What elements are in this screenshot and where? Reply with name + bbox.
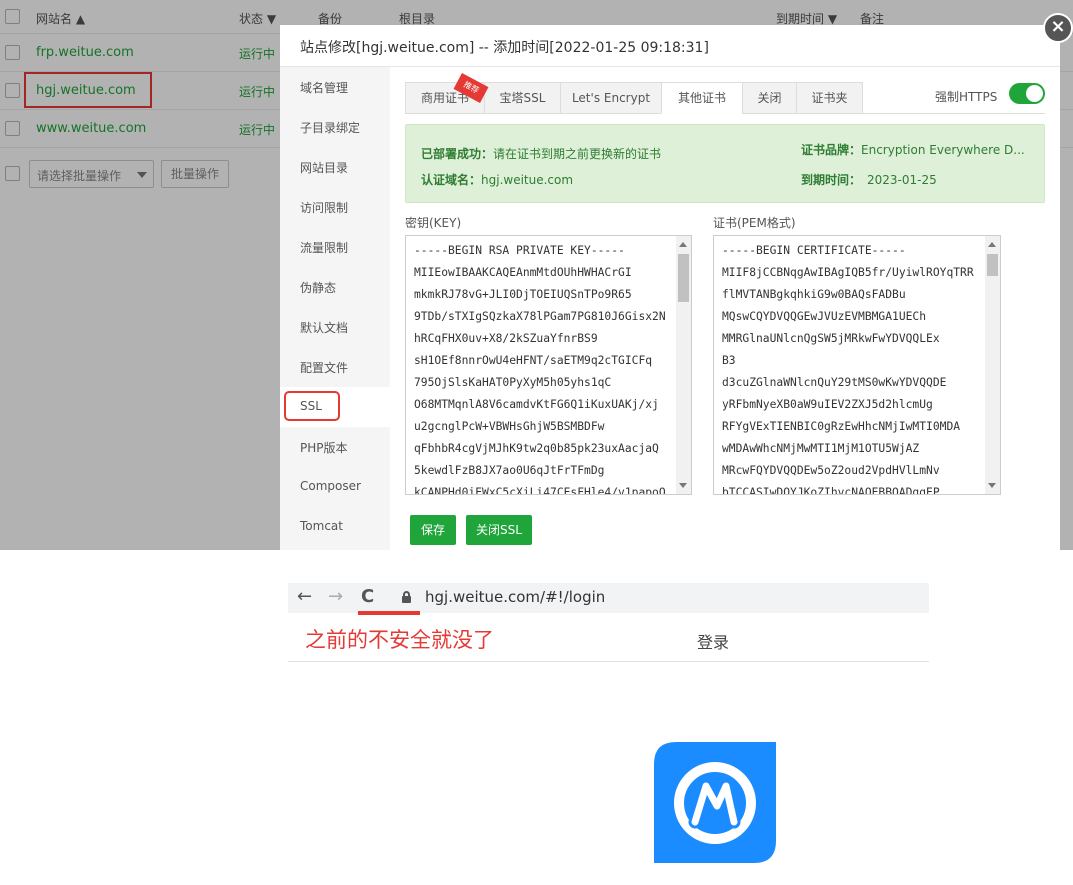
tab-bt-ssl[interactable]: 宝塔SSL	[484, 82, 561, 114]
forward-arrow-icon[interactable]: →	[328, 586, 343, 607]
private-key-line: kCANPHd0iEWxC5cXiLi47CEsFHle4/v1papoO	[414, 486, 666, 495]
nav-item-label: 访问限制	[300, 201, 349, 215]
scroll-thumb[interactable]	[987, 254, 998, 276]
certificate-line: B3	[722, 354, 736, 367]
close-ssl-button[interactable]: 关闭SSL	[466, 515, 532, 545]
private-key-line: mkmkRJ78vG+JLI0DjTOEIUQSnTPo9R65	[414, 288, 632, 301]
scrollbar[interactable]	[676, 236, 691, 494]
dialog-header: 站点修改[hgj.weitue.com] -- 添加时间[2022-01-25 …	[280, 25, 1060, 67]
lock-icon[interactable]	[402, 591, 411, 603]
certificate-line: bTCCASIwDQYJKoZIhvcNAQEBBQADggEP	[722, 486, 940, 495]
private-key-line: 9TDb/sTXIgSQzkaX78lPGam7PG810J6Gisx2N	[414, 310, 666, 323]
annotation-note: 之前的不安全就没了	[305, 628, 494, 652]
private-key-line: -----BEGIN RSA PRIVATE KEY-----	[414, 244, 625, 257]
private-key-content: -----BEGIN RSA PRIVATE KEY----- MIIEowIBA…	[414, 240, 673, 495]
private-key-line: u2gcnglPcW+VBWHsGhjW5BSMBDFw	[414, 420, 605, 433]
tab-cert-folder[interactable]: 证书夹	[796, 82, 863, 114]
nav-item-label: 流量限制	[300, 241, 349, 255]
screenshot-canvas: 网站名 ▲ 状态 ▼ 备份 根目录 到期时间 ▼ 备注 frp.weitue.c…	[0, 0, 1073, 885]
cert-label: 证书(PEM格式)	[713, 216, 796, 230]
private-key-line: O68MTMqnlA8V6camdvKtFG6Q1iKuxUAKj/xj	[414, 398, 659, 411]
certificate-line: RFYgVExTIENBIC0gRzEwHhcNMjIwMTI0MDA	[722, 420, 961, 433]
scrollbar[interactable]	[985, 236, 1000, 494]
toggle-knob	[1026, 85, 1043, 102]
login-title: 登录	[697, 633, 730, 652]
private-key-line: 795OjSlsKaHAT0PyXyM5h05yhs1qC	[414, 376, 612, 389]
nav-item-label: 配置文件	[300, 361, 349, 375]
cert-domain-key: 认证域名：	[421, 173, 482, 187]
tab-other-cert[interactable]: 其他证书	[661, 82, 743, 114]
scroll-down-icon[interactable]	[679, 483, 687, 488]
key-label: 密钥(KEY)	[405, 216, 462, 230]
dialog-title: 站点修改[hgj.weitue.com] -- 添加时间[2022-01-25 …	[300, 40, 709, 56]
nav-item-label: PHP版本	[300, 441, 348, 455]
nav-item-composer[interactable]: Composer	[280, 467, 390, 507]
tab-lets-encrypt[interactable]: Let's Encrypt	[560, 82, 662, 114]
certificate-line: d3cuZGlnaWNlcnQuY29tMS0wKwYDVQQDE	[722, 376, 947, 389]
browser-window: ← → C hgj.weitue.com/#!/login 之前的不安全就没了 …	[288, 583, 929, 663]
deploy-status-value: 请在证书到期之前更换新的证书	[493, 147, 662, 161]
nav-item-default-doc[interactable]: 默认文档	[280, 307, 390, 347]
url-text[interactable]: hgj.weitue.com/#!/login	[425, 588, 605, 606]
back-arrow-icon[interactable]: ←	[297, 586, 312, 607]
nav-item-config-file[interactable]: 配置文件	[280, 347, 390, 387]
force-https-label: 强制HTTPS	[935, 90, 998, 104]
certificate-textarea[interactable]: -----BEGIN CERTIFICATE----- MIIF8jCCBNqgA…	[713, 235, 1001, 495]
reload-icon[interactable]: C	[361, 586, 374, 607]
cert-domain-value: hgj.weitue.com	[481, 173, 574, 187]
cert-brand-key: 证书品牌：	[801, 143, 862, 157]
nav-item-label: 伪静态	[300, 281, 337, 295]
cert-brand-value: Encryption Everywhere D...	[861, 143, 1025, 157]
scroll-up-icon[interactable]	[988, 242, 996, 247]
private-key-line: 5kewdlFzB8JX7ao0U6qJtFrTFmDg	[414, 464, 605, 477]
force-https-toggle[interactable]	[1009, 83, 1045, 104]
nav-item-label: 默认文档	[300, 321, 349, 335]
cert-status-box: 已部署成功：请在证书到期之前更换新的证书 认证域名：hgj.weitue.com…	[405, 124, 1045, 203]
nav-item-php-version[interactable]: PHP版本	[280, 427, 390, 467]
certificate-line: MRcwFQYDVQQDEw5oZ2oud2VpdHVlLmNv	[722, 464, 940, 477]
private-key-line: qFbhbR4cgVjMJhK9tw2q0b85pk23uxAacjaQ	[414, 442, 659, 455]
annotation-ssl-box	[284, 391, 340, 421]
close-icon[interactable]: ×	[1043, 13, 1073, 43]
address-bar: ← → C hgj.weitue.com/#!/login	[288, 583, 929, 613]
deploy-status-key: 已部署成功：	[421, 147, 494, 161]
nav-item-label: 网站目录	[300, 161, 349, 175]
nav-item-domain[interactable]: 域名管理	[280, 67, 390, 107]
certificate-line: -----BEGIN CERTIFICATE-----	[722, 244, 906, 257]
nav-item-subdir[interactable]: 子目录绑定	[280, 107, 390, 147]
app-logo-icon	[654, 742, 776, 863]
certificate-content: -----BEGIN CERTIFICATE----- MIIF8jCCBNqgA…	[722, 240, 982, 495]
certificate-line: MQswCQYDVQQGEwJVUzEVMBMGA1UECh	[722, 310, 927, 323]
certificate-line: yRFbmNyeXB0aW9uIEV2ZXJ5d2hlcmUg	[722, 398, 933, 411]
private-key-textarea[interactable]: -----BEGIN RSA PRIVATE KEY----- MIIEowIBA…	[405, 235, 692, 495]
site-edit-dialog: 站点修改[hgj.weitue.com] -- 添加时间[2022-01-25 …	[280, 25, 1060, 550]
nav-item-label: Composer	[300, 479, 361, 493]
scroll-thumb[interactable]	[678, 254, 689, 302]
nav-item-label: Tomcat	[300, 519, 343, 533]
certificate-line: wMDAwWhcNMjMwMTI1MjM1OTU5WjAZ	[722, 442, 920, 455]
private-key-line: hRCqFHX0uv+X8/2kSZuaYfnrBS9	[414, 332, 598, 345]
nav-item-rewrite[interactable]: 伪静态	[280, 267, 390, 307]
certificate-line: MMRGlnaUNlcnQgSW5jMRkwFwYDVQQLEx	[722, 332, 940, 345]
private-key-line: MIIEowIBAAKCAQEAnmMtdOUhHWHACrGI	[414, 266, 632, 279]
nav-item-label: 子目录绑定	[300, 121, 361, 135]
save-button[interactable]: 保存	[410, 515, 456, 545]
login-page-header: 之前的不安全就没了 登录	[288, 615, 929, 662]
nav-item-site-dir[interactable]: 网站目录	[280, 147, 390, 187]
nav-item-access-limit[interactable]: 访问限制	[280, 187, 390, 227]
nav-item-traffic-limit[interactable]: 流量限制	[280, 227, 390, 267]
tab-close[interactable]: 关闭	[742, 82, 797, 114]
private-key-line: sH1OEf8nnrOwU4eHFNT/saETM9q2cTGICFq	[414, 354, 653, 367]
cert-expire-key: 到期时间：	[801, 173, 862, 187]
scroll-down-icon[interactable]	[988, 483, 996, 488]
cert-expire-value: 2023-01-25	[867, 173, 937, 187]
certificate-line: MIIF8jCCBNqgAwIBAgIQB5fr/UyiwlROYqTRR	[722, 266, 974, 279]
nav-item-label: 域名管理	[300, 81, 349, 95]
certificate-line: flMVTANBgkqhkiG9w0BAQsFADBu	[722, 288, 906, 301]
dialog-side-nav: 域名管理 子目录绑定 网站目录 访问限制 流量限制 伪静态 默认文档 配置文件 …	[280, 67, 390, 550]
nav-item-tomcat[interactable]: Tomcat	[280, 507, 390, 547]
scroll-up-icon[interactable]	[679, 242, 687, 247]
